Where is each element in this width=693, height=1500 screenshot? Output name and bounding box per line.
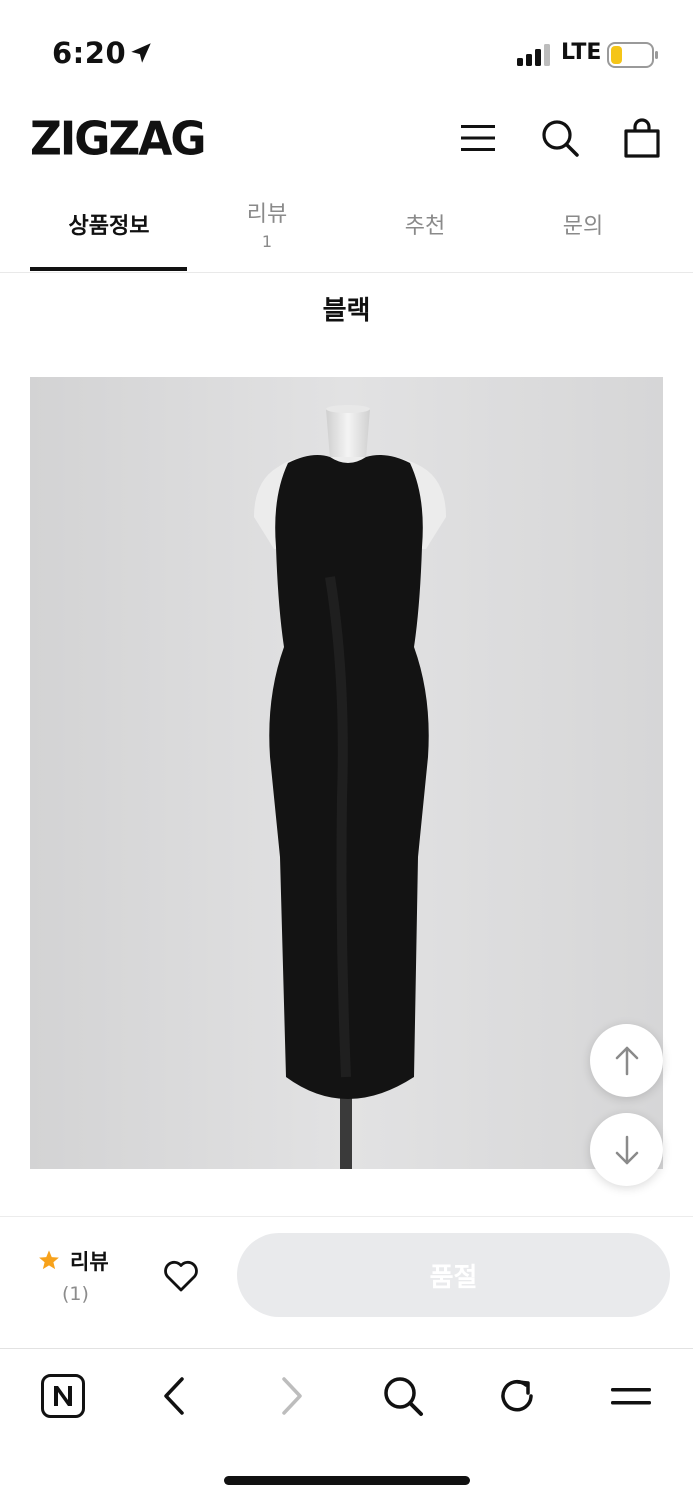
product-tabs: 상품정보 리뷰 1 추천 문의 bbox=[0, 190, 693, 273]
scroll-to-top-button[interactable] bbox=[590, 1024, 663, 1097]
star-icon bbox=[39, 1250, 59, 1270]
soldout-button[interactable]: 품절 bbox=[237, 1233, 670, 1317]
tab-inquiry[interactable]: 문의 bbox=[504, 208, 662, 291]
tab-review-count: 1 bbox=[261, 232, 273, 251]
menu-icon[interactable] bbox=[458, 118, 498, 158]
back-icon[interactable] bbox=[152, 1373, 198, 1419]
search-icon[interactable] bbox=[540, 118, 580, 158]
status-bar: 6:20 LTE bbox=[0, 0, 693, 100]
naver-home-icon[interactable] bbox=[40, 1373, 86, 1419]
search-icon[interactable] bbox=[380, 1373, 426, 1419]
signal-icon bbox=[517, 44, 550, 66]
reload-icon[interactable] bbox=[494, 1373, 540, 1419]
color-title: 블랙 bbox=[322, 296, 371, 326]
black-dress-product-image bbox=[30, 377, 663, 1169]
tab-label: 문의 bbox=[562, 214, 604, 239]
arrow-down-icon bbox=[615, 1135, 638, 1164]
heart-icon[interactable] bbox=[162, 1257, 200, 1293]
menu-icon[interactable] bbox=[608, 1373, 654, 1419]
tab-recommend[interactable]: 추천 bbox=[346, 208, 504, 291]
active-tab-indicator bbox=[30, 267, 187, 271]
tab-review[interactable]: 리뷰 1 bbox=[188, 196, 346, 279]
zigzag-logo[interactable]: ZIGZAG bbox=[30, 113, 206, 167]
dress-on-mannequin-illustration bbox=[30, 377, 663, 1169]
tab-product-info[interactable]: 상품정보 bbox=[30, 208, 188, 291]
arrow-up-icon bbox=[615, 1046, 638, 1075]
battery-icon bbox=[607, 42, 658, 68]
tab-label: 리뷰 bbox=[246, 202, 288, 227]
scroll-to-bottom-button[interactable] bbox=[590, 1113, 663, 1186]
home-indicator[interactable] bbox=[224, 1476, 470, 1485]
location-arrow-icon bbox=[131, 43, 151, 63]
forward-icon[interactable] bbox=[268, 1373, 314, 1419]
purchase-bar: 리뷰 (1) 품절 bbox=[0, 1216, 693, 1348]
tab-label: 상품정보 bbox=[68, 214, 150, 239]
shopping-bag-icon[interactable] bbox=[622, 118, 662, 158]
review-link[interactable]: 리뷰 bbox=[70, 1246, 109, 1276]
review-count: (1) bbox=[62, 1283, 89, 1305]
network-type: LTE bbox=[561, 40, 602, 65]
tab-label: 추천 bbox=[404, 214, 446, 239]
app-header: ZIGZAG bbox=[0, 100, 693, 180]
status-time: 6:20 bbox=[52, 36, 127, 70]
